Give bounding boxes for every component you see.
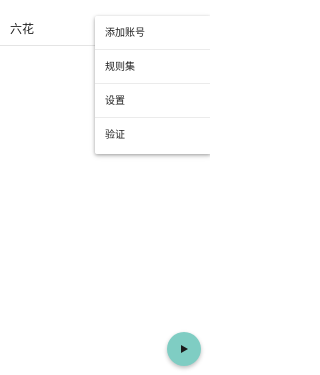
- play-icon: [181, 345, 188, 353]
- menu-item-label: 验证: [105, 130, 125, 141]
- overflow-menu: 添加账号 规则集 设置 验证: [95, 16, 210, 154]
- play-fab-button[interactable]: [167, 332, 201, 366]
- menu-item-verify[interactable]: 验证: [95, 118, 210, 152]
- app-screen: 六花 添加账号 规则集 设置 验证: [0, 0, 210, 375]
- menu-item-label: 设置: [105, 96, 125, 107]
- menu-item-label: 添加账号: [105, 28, 145, 39]
- menu-item-settings[interactable]: 设置: [95, 84, 210, 118]
- menu-item-rule-sets[interactable]: 规则集: [95, 50, 210, 84]
- menu-item-label: 规则集: [105, 62, 135, 73]
- app-title: 六花: [10, 22, 35, 36]
- menu-item-add-account[interactable]: 添加账号: [95, 16, 210, 50]
